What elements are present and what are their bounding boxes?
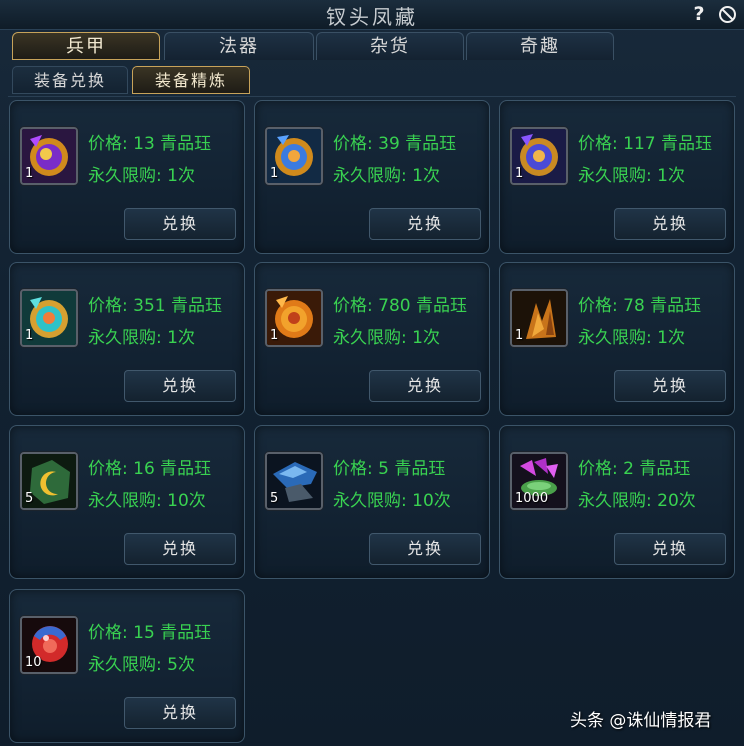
item-purchase-limit: 永久限购: 10次 [88, 491, 206, 511]
shop-item-card: 1 价格: 78 青品珏 永久限购: 1次 兑换 [499, 262, 735, 416]
golden-ring-orange-icon[interactable]: 1 [265, 289, 323, 347]
item-price: 价格: 16 青品珏 [88, 459, 212, 479]
purple-gem-icon[interactable]: 1000 [510, 452, 568, 510]
item-purchase-limit: 永久限购: 5次 [88, 655, 195, 675]
item-price: 价格: 117 青品珏 [578, 134, 712, 154]
item-purchase-limit: 永久限购: 20次 [578, 491, 696, 511]
subtab-equipment-exchange[interactable]: 装备兑换 [12, 66, 128, 94]
shop-item-card: 1 价格: 780 青品珏 永久限购: 1次 兑换 [254, 262, 490, 416]
close-icon[interactable] [718, 5, 737, 24]
golden-ring-blue-icon[interactable]: 1 [265, 127, 323, 185]
item-quantity: 1 [25, 166, 34, 181]
item-purchase-limit: 永久限购: 1次 [333, 166, 440, 186]
watermark: 头条 @诛仙情报君 [570, 711, 712, 731]
item-price: 价格: 78 青品珏 [578, 296, 702, 316]
item-purchase-limit: 永久限购: 10次 [333, 491, 451, 511]
redeem-button[interactable]: 兑换 [369, 208, 481, 240]
shop-window: 钗头凤藏 ? 兵甲 法器 杂货 奇趣 装备兑换 装备精炼 1 价格: 13 青品… [0, 0, 744, 746]
subtab-equipment-refine[interactable]: 装备精炼 [132, 66, 250, 94]
item-quantity: 5 [270, 491, 279, 506]
tab-magic-tools[interactable]: 法器 [164, 32, 314, 60]
redeem-button[interactable]: 兑换 [614, 533, 726, 565]
item-purchase-limit: 永久限购: 1次 [578, 166, 685, 186]
item-price: 价格: 13 青品珏 [88, 134, 212, 154]
title-bar: 钗头凤藏 ? [0, 0, 744, 30]
item-quantity: 1 [515, 328, 524, 343]
item-purchase-limit: 永久限购: 1次 [578, 328, 685, 348]
help-button[interactable]: ? [689, 3, 709, 25]
item-purchase-limit: 永久限购: 1次 [88, 328, 195, 348]
subcategory-tabs: 装备兑换 装备精炼 [12, 66, 252, 96]
content-divider [8, 96, 736, 97]
tab-weapons-armor[interactable]: 兵甲 [12, 32, 160, 60]
item-price: 价格: 780 青品珏 [333, 296, 467, 316]
shop-item-card: 5 价格: 5 青品珏 永久限购: 10次 兑换 [254, 425, 490, 579]
redeem-button[interactable]: 兑换 [124, 370, 236, 402]
golden-ring-purple-icon[interactable]: 1 [20, 127, 78, 185]
item-quantity: 1 [270, 166, 279, 181]
item-purchase-limit: 永久限购: 1次 [333, 328, 440, 348]
golden-ring-purple-blue-icon[interactable]: 1 [510, 127, 568, 185]
tab-curiosities[interactable]: 奇趣 [466, 32, 614, 60]
shop-item-card: 1 价格: 13 青品珏 永久限购: 1次 兑换 [9, 100, 245, 254]
item-quantity: 1 [270, 328, 279, 343]
shop-item-card: 1 价格: 39 青品珏 永久限购: 1次 兑换 [254, 100, 490, 254]
redeem-button[interactable]: 兑换 [124, 208, 236, 240]
shop-item-card: 1000 价格: 2 青品珏 永久限购: 20次 兑换 [499, 425, 735, 579]
golden-ring-cyan-icon[interactable]: 1 [20, 289, 78, 347]
item-price: 价格: 39 青品珏 [333, 134, 457, 154]
item-quantity: 1 [25, 328, 34, 343]
category-tabs: 兵甲 法器 杂货 奇趣 [12, 32, 622, 62]
redeem-button[interactable]: 兑换 [614, 208, 726, 240]
shop-item-card: 1 价格: 351 青品珏 永久限购: 1次 兑换 [9, 262, 245, 416]
blue-crystal-icon[interactable]: 5 [265, 452, 323, 510]
red-orb-icon[interactable]: 10 [20, 616, 78, 674]
redeem-button[interactable]: 兑换 [369, 370, 481, 402]
shop-item-card: 10 价格: 15 青品珏 永久限购: 5次 兑换 [9, 589, 245, 743]
item-quantity: 1 [515, 166, 524, 181]
item-purchase-limit: 永久限购: 1次 [88, 166, 195, 186]
redeem-button[interactable]: 兑换 [614, 370, 726, 402]
window-title: 钗头凤藏 [326, 5, 418, 29]
redeem-button[interactable]: 兑换 [369, 533, 481, 565]
golden-claw-icon[interactable]: 1 [510, 289, 568, 347]
item-price: 价格: 5 青品珏 [333, 459, 446, 479]
item-price: 价格: 351 青品珏 [88, 296, 222, 316]
item-quantity: 1000 [515, 491, 549, 506]
item-quantity: 10 [25, 655, 42, 670]
redeem-button[interactable]: 兑换 [124, 533, 236, 565]
item-price: 价格: 2 青品珏 [578, 459, 691, 479]
tab-misc-goods[interactable]: 杂货 [316, 32, 464, 60]
item-price: 价格: 15 青品珏 [88, 623, 212, 643]
moon-stone-icon[interactable]: 5 [20, 452, 78, 510]
shop-item-card: 5 价格: 16 青品珏 永久限购: 10次 兑换 [9, 425, 245, 579]
redeem-button[interactable]: 兑换 [124, 697, 236, 729]
shop-item-card: 1 价格: 117 青品珏 永久限购: 1次 兑换 [499, 100, 735, 254]
item-quantity: 5 [25, 491, 34, 506]
